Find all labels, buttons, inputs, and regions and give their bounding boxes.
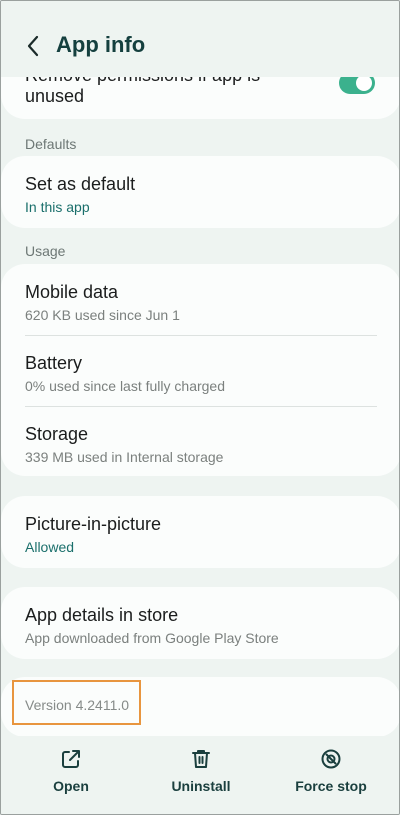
open-label: Open xyxy=(53,778,89,794)
app-info-screen: Remove permissions if app is unused Defa… xyxy=(0,0,400,815)
bottom-action-bar: Open Uninstall Force stop xyxy=(1,736,399,814)
app-details-in-store-item[interactable]: App details in store App downloaded from… xyxy=(1,587,399,659)
chevron-left-icon xyxy=(27,35,39,57)
storage-subtitle: 339 MB used in Internal storage xyxy=(25,449,224,465)
page-title: App info xyxy=(56,32,146,57)
remove-permissions-line2: unused xyxy=(25,86,85,106)
pip-title: Picture-in-picture xyxy=(25,514,162,534)
store-title: App details in store xyxy=(25,605,179,625)
uninstall-label: Uninstall xyxy=(171,778,231,794)
storage-title: Storage xyxy=(25,424,89,444)
battery-title: Battery xyxy=(25,353,83,373)
battery-subtitle: 0% used since last fully charged xyxy=(25,378,225,394)
uninstall-button[interactable]: Uninstall xyxy=(146,748,256,804)
mobile-data-title: Mobile data xyxy=(25,282,119,302)
divider xyxy=(25,406,377,407)
version-highlight-box xyxy=(12,680,141,725)
settings-list[interactable]: Remove permissions if app is unused Defa… xyxy=(1,1,399,736)
storage-item[interactable]: Storage 339 MB used in Internal storage xyxy=(25,424,377,465)
usage-card: Mobile data 620 KB used since Jun 1 Batt… xyxy=(1,264,399,476)
set-as-default-title: Set as default xyxy=(25,174,136,194)
pip-text: Picture-in-picture Allowed xyxy=(25,514,377,555)
open-external-icon xyxy=(62,750,80,768)
force-stop-label: Force stop xyxy=(295,778,367,794)
picture-in-picture-item[interactable]: Picture-in-picture Allowed xyxy=(1,496,399,568)
set-as-default-item[interactable]: Set as default In this app xyxy=(1,156,399,228)
stop-circle-icon xyxy=(321,749,341,769)
section-label-defaults: Defaults xyxy=(25,136,77,152)
mobile-data-item[interactable]: Mobile data 620 KB used since Jun 1 xyxy=(25,282,377,323)
store-text: App details in store App downloaded from… xyxy=(25,605,377,646)
toggle-knob xyxy=(356,75,372,91)
store-subtitle: App downloaded from Google Play Store xyxy=(25,630,279,646)
open-button[interactable]: Open xyxy=(16,748,126,804)
set-as-default-text: Set as default In this app xyxy=(25,174,377,215)
trash-icon xyxy=(192,750,210,768)
force-stop-button[interactable]: Force stop xyxy=(276,748,386,804)
top-app-bar: App info xyxy=(1,1,399,77)
pip-subtitle: Allowed xyxy=(25,539,75,555)
battery-item[interactable]: Battery 0% used since last fully charged xyxy=(25,353,377,394)
mobile-data-subtitle: 620 KB used since Jun 1 xyxy=(25,307,180,323)
section-label-usage: Usage xyxy=(25,243,66,259)
back-button[interactable] xyxy=(19,31,47,61)
set-as-default-subtitle: In this app xyxy=(25,199,90,215)
divider xyxy=(25,335,377,336)
